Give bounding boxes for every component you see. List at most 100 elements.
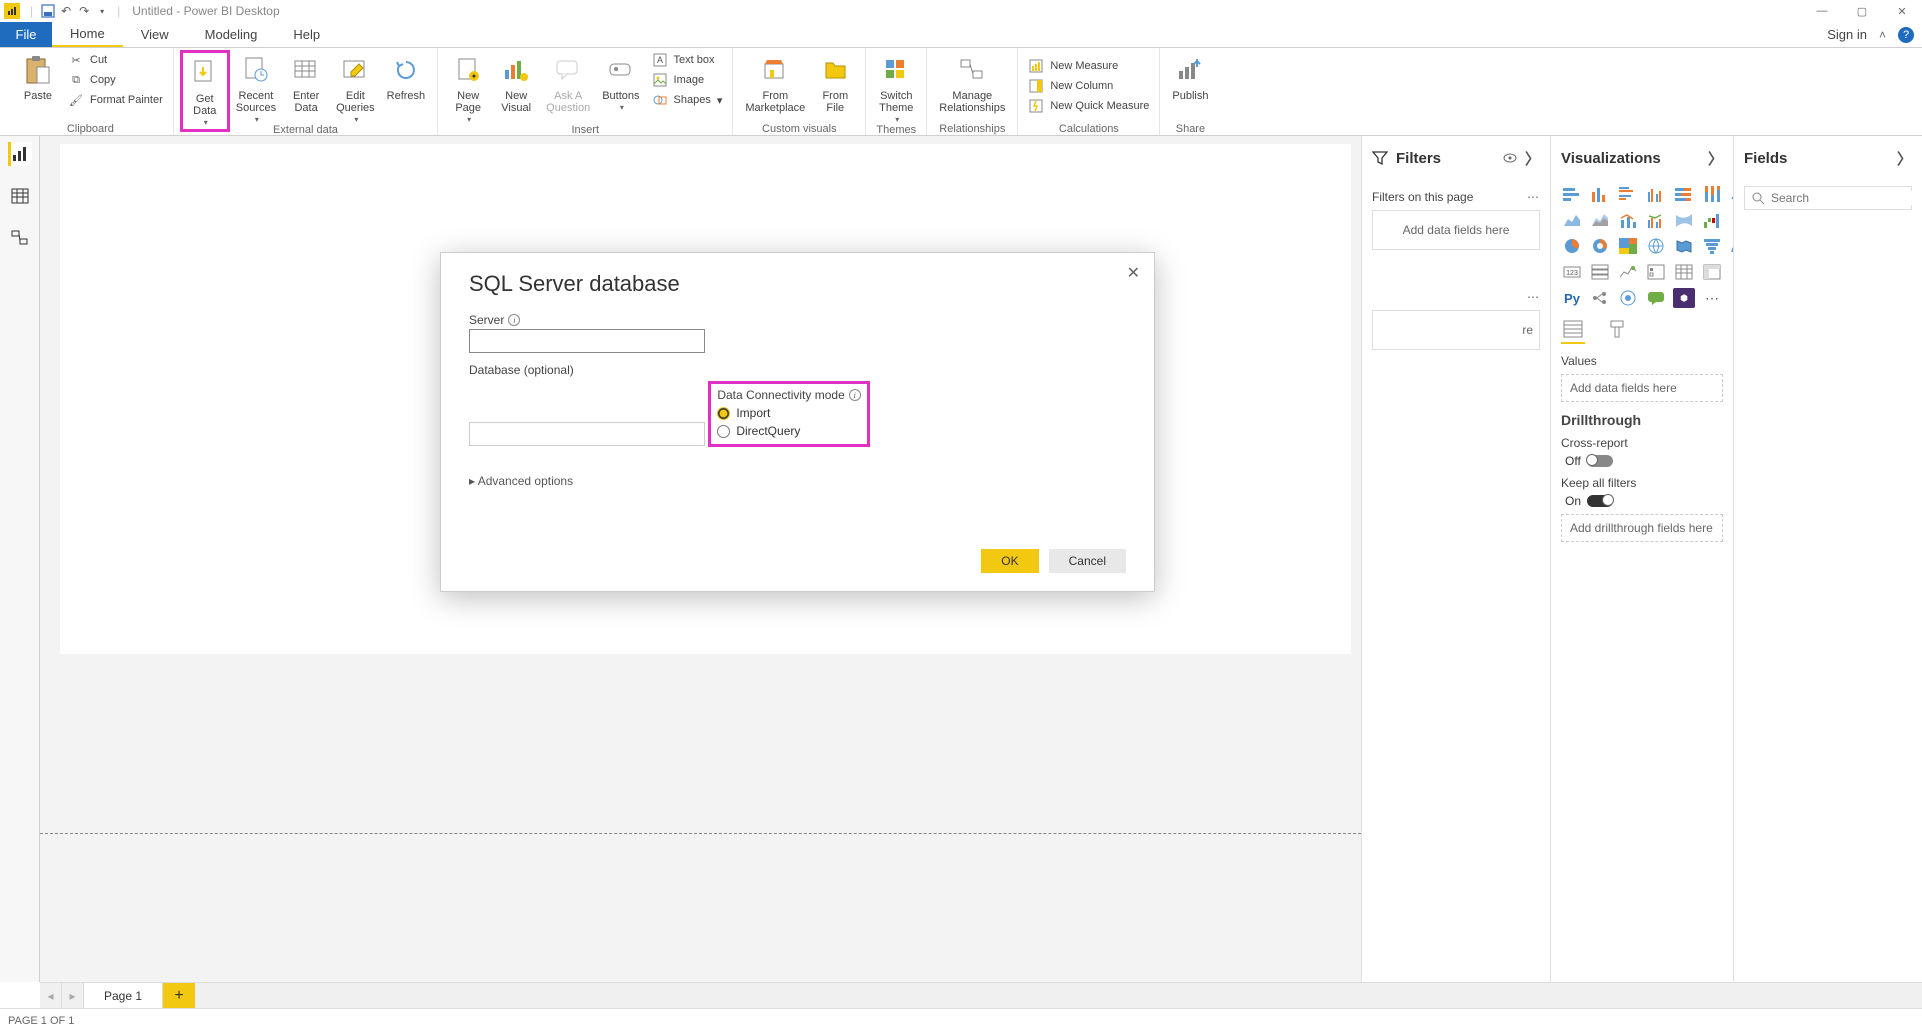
page-next-button[interactable]: ▸ — [62, 983, 84, 1008]
values-dropzone[interactable]: Add data fields here — [1561, 374, 1723, 402]
viz-decomposition-icon[interactable] — [1617, 288, 1639, 308]
manage-relationships-button[interactable]: Manage Relationships — [933, 50, 1011, 114]
recent-sources-button[interactable]: Recent Sources▾ — [230, 50, 282, 126]
add-page-button[interactable]: + — [163, 983, 195, 1008]
viz-100-stacked-column-icon[interactable] — [1701, 184, 1723, 204]
viz-line-stacked-column-icon[interactable] — [1617, 210, 1639, 230]
new-measure-button[interactable]: New Measure — [1024, 56, 1122, 76]
viz-funnel-icon[interactable] — [1701, 236, 1723, 256]
home-tab[interactable]: Home — [52, 22, 123, 47]
viz-donut-icon[interactable] — [1589, 236, 1611, 256]
from-file-button[interactable]: From File — [811, 50, 859, 114]
cancel-button[interactable]: Cancel — [1049, 549, 1126, 573]
viz-table-icon[interactable] — [1673, 262, 1695, 282]
fields-search-input[interactable] — [1771, 191, 1922, 205]
data-view-button[interactable] — [8, 184, 32, 208]
edit-queries-button[interactable]: Edit Queries▾ — [330, 50, 381, 126]
info-icon[interactable]: i — [849, 389, 861, 401]
database-input[interactable] — [469, 422, 705, 446]
dialog-close-button[interactable]: ✕ — [1127, 263, 1140, 283]
info-icon[interactable]: i — [508, 314, 520, 326]
report-view-button[interactable] — [8, 142, 32, 166]
from-marketplace-button[interactable]: From Marketplace — [739, 50, 811, 114]
file-tab[interactable]: File — [0, 22, 52, 47]
help-badge-icon[interactable]: ? — [1898, 27, 1914, 43]
keep-filters-toggle[interactable]: On — [1565, 494, 1613, 508]
minimize-button[interactable]: — — [1802, 0, 1842, 22]
viz-qna-icon[interactable] — [1645, 288, 1667, 308]
model-view-button[interactable] — [8, 226, 32, 250]
viz-more-icon[interactable]: ⋯ — [1701, 288, 1723, 308]
get-data-button[interactable]: Get Data▾ — [180, 50, 230, 132]
viz-multi-card-icon[interactable] — [1589, 262, 1611, 282]
publish-button[interactable]: Publish — [1166, 50, 1214, 102]
viz-pie-icon[interactable] — [1561, 236, 1583, 256]
new-visual-button[interactable]: New Visual — [492, 50, 540, 114]
page-tab-1[interactable]: Page 1 — [84, 983, 163, 1008]
import-radio[interactable]: Import — [717, 406, 860, 420]
viz-key-influencers-icon[interactable] — [1589, 288, 1611, 308]
filters-collapse-icon[interactable]: 〉 — [1525, 148, 1540, 169]
viz-map-icon[interactable] — [1645, 236, 1667, 256]
cut-button[interactable]: ✂Cut — [64, 50, 167, 70]
filters-on-page-menu[interactable]: ⋯ — [1527, 190, 1540, 204]
advanced-options-toggle[interactable]: ▸ Advanced options — [469, 474, 1126, 488]
viz-python-icon[interactable]: Py — [1561, 288, 1583, 308]
viz-filled-map-icon[interactable] — [1673, 236, 1695, 256]
filters-visibility-icon[interactable] — [1503, 151, 1517, 165]
new-quick-measure-button[interactable]: New Quick Measure — [1024, 96, 1153, 116]
copy-button[interactable]: ⧉Copy — [64, 70, 167, 90]
viz-arcgis-icon[interactable]: ⬢ — [1673, 288, 1695, 308]
image-button[interactable]: Image — [648, 70, 727, 90]
filters-all-pages-dropzone[interactable]: re — [1372, 310, 1540, 350]
collapse-ribbon-icon[interactable]: ˄ — [1879, 28, 1886, 42]
ask-question-button[interactable]: Ask A Question — [540, 50, 596, 114]
fields-tool-button[interactable] — [1561, 320, 1585, 344]
buttons-button[interactable]: Buttons▾ — [596, 50, 645, 114]
viz-ribbon-icon[interactable] — [1673, 210, 1695, 230]
modeling-tab[interactable]: Modeling — [187, 22, 276, 47]
viz-100-stacked-bar-icon[interactable] — [1673, 184, 1695, 204]
enter-data-button[interactable]: Enter Data — [282, 50, 330, 114]
viz-waterfall-icon[interactable] — [1701, 210, 1723, 230]
filters-on-page-dropzone[interactable]: Add data fields here — [1372, 210, 1540, 250]
fields-collapse-icon[interactable]: 〉 — [1897, 148, 1912, 169]
server-input[interactable] — [469, 329, 705, 353]
viz-stacked-column-icon[interactable] — [1589, 184, 1611, 204]
refresh-button[interactable]: Refresh — [381, 50, 432, 102]
viz-collapse-icon[interactable]: 〉 — [1708, 148, 1723, 169]
viz-kpi-icon[interactable] — [1617, 262, 1639, 282]
qat-dropdown-icon[interactable]: ▾ — [93, 2, 111, 20]
drillthrough-dropzone[interactable]: Add drillthrough fields here — [1561, 514, 1723, 542]
shapes-button[interactable]: Shapes▾ — [648, 90, 727, 110]
viz-slicer-icon[interactable] — [1645, 262, 1667, 282]
viz-line-clustered-column-icon[interactable] — [1645, 210, 1667, 230]
cross-report-toggle[interactable]: Off — [1565, 454, 1613, 468]
save-icon[interactable] — [39, 2, 57, 20]
viz-clustered-column-icon[interactable] — [1645, 184, 1667, 204]
viz-stacked-area-icon[interactable] — [1589, 210, 1611, 230]
maximize-button[interactable]: ▢ — [1842, 0, 1882, 22]
redo-icon[interactable]: ↷ — [75, 2, 93, 20]
page-prev-button[interactable]: ◂ — [40, 983, 62, 1008]
close-button[interactable]: ✕ — [1882, 0, 1922, 22]
viz-treemap-icon[interactable] — [1617, 236, 1639, 256]
sign-in-link[interactable]: Sign in — [1827, 27, 1867, 42]
new-column-button[interactable]: New Column — [1024, 76, 1117, 96]
fields-search[interactable] — [1744, 186, 1912, 210]
new-page-button[interactable]: ✦ New Page▾ — [444, 50, 492, 126]
filters-all-pages-menu[interactable]: ⋯ — [1527, 290, 1540, 304]
viz-stacked-bar-icon[interactable] — [1561, 184, 1583, 204]
textbox-button[interactable]: AText box — [648, 50, 727, 70]
paste-button[interactable]: Paste — [14, 50, 62, 102]
help-tab[interactable]: Help — [275, 22, 338, 47]
viz-area-icon[interactable] — [1561, 210, 1583, 230]
ok-button[interactable]: OK — [981, 549, 1038, 573]
directquery-radio[interactable]: DirectQuery — [717, 424, 860, 438]
format-painter-button[interactable]: 🖌Format Painter — [64, 90, 167, 110]
viz-matrix-icon[interactable] — [1701, 262, 1723, 282]
viz-clustered-bar-icon[interactable] — [1617, 184, 1639, 204]
viz-card-icon[interactable]: 123 — [1561, 262, 1583, 282]
switch-theme-button[interactable]: Switch Theme▾ — [872, 50, 920, 126]
view-tab[interactable]: View — [123, 22, 187, 47]
